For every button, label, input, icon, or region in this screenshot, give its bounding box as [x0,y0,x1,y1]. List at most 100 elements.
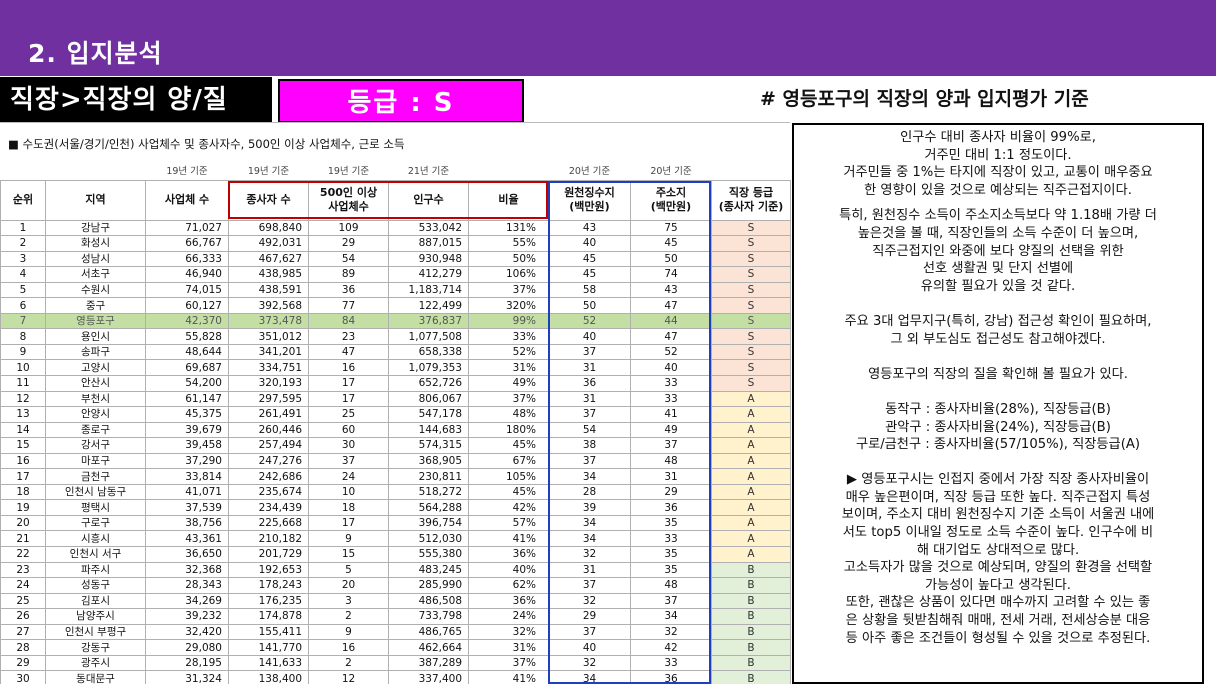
ratio-cell: 37% [468,390,549,408]
region-cell: 용인시 [45,328,146,345]
region-cell: 인천시 서구 [45,545,146,563]
biz-cell: 36,650 [145,545,229,563]
region-cell: 강서구 [45,437,146,454]
grade-cell: S [711,359,791,376]
big-cell: 16 [308,639,389,656]
region-cell: 인천시 남동구 [45,483,146,501]
para-access: 주요 3대 업무지구(특히, 강남) 접근성 확인이 필요하며, 그 외 부도심도… [802,313,1194,348]
rank-cell: 2 [0,235,46,252]
workplace-table: 19년 기준 19년 기준 19년 기준 21년 기준 20년 기준 20년 기… [0,164,791,684]
region-cell: 성동구 [45,577,146,594]
region-cell: 시흥시 [45,530,146,547]
region-cell: 김포시 [45,592,146,610]
region-cell: 파주시 [45,561,146,579]
header-ratio: 비율 [468,179,549,221]
ratio-cell: 67% [468,452,549,470]
grade-cell: B [711,639,791,656]
grade-cell: S [711,312,791,330]
para-ratio: 인구수 대비 종사자 비율이 99%로, 거주민 대비 1:1 정도이다. 거주민들… [802,129,1194,199]
src-cell: 31 [548,359,631,376]
pop-cell: 486,765 [388,623,469,641]
region-cell: 종로구 [45,421,146,439]
biz-cell: 39,232 [145,608,229,625]
note-cell [0,164,46,181]
addr-cell: 48 [630,452,712,470]
text-line: 그 외 부도심도 접근성도 참고해야겠다. [890,331,1106,347]
emp-cell: 141,770 [228,639,309,656]
emp-cell: 467,627 [228,250,309,268]
rank-cell: 15 [0,437,46,454]
ratio-cell: 45% [468,437,549,454]
ratio-cell: 33% [468,328,549,345]
region-cell: 남양주시 [45,608,146,625]
emp-cell: 141,633 [228,654,309,672]
emp-cell: 341,201 [228,343,309,361]
src-cell: 37 [548,343,631,361]
ratio-cell: 99% [468,312,549,330]
rank-cell: 21 [0,530,46,547]
table-row: 27 인천시 부평구 32,420 155,411 9 486,765 32% 37 32 B [0,623,791,641]
pop-cell: 533,042 [388,219,469,237]
pop-cell: 1,077,508 [388,328,469,345]
emp-cell: 492,031 [228,235,309,252]
emp-cell: 225,668 [228,514,309,532]
table-row: 16 마포구 37,290 247,276 37 368,905 67% 37 48 A [0,452,791,470]
text-line: 관악구 : 종사자비율(24%), 직장등급(B) [885,419,1111,435]
big-cell: 54 [308,250,389,268]
biz-cell: 45,375 [145,406,229,423]
header-addr: 주소지 (백만원) [630,179,712,221]
grade-cell: S [711,250,791,268]
grade-cell: B [711,608,791,625]
table-row: 28 강동구 29,080 141,770 16 462,664 31% 40 42 B [0,639,791,656]
table-row: 2 화성시 66,767 492,031 29 887,015 55% 40 45 S [0,235,791,252]
note-cell: 21년 기준 [388,164,469,181]
emp-cell: 242,686 [228,468,309,485]
header-pop: 인구수 [388,179,469,221]
ratio-cell: 41% [468,670,549,684]
table-row: 10 고양시 69,687 334,751 16 1,079,353 31% 31 40 S [0,359,791,376]
pop-cell: 574,315 [388,437,469,454]
src-cell: 36 [548,374,631,392]
src-cell: 31 [548,561,631,579]
table-row: 22 인천시 서구 36,650 201,729 15 555,380 36% 32 35 A [0,545,791,563]
rank-cell: 3 [0,250,46,268]
pop-cell: 486,508 [388,592,469,610]
pop-cell: 144,683 [388,421,469,439]
src-cell: 37 [548,577,631,594]
addr-cell: 43 [630,281,712,299]
grade-cell: A [711,483,791,501]
emp-cell: 392,568 [228,297,309,314]
addr-cell: 52 [630,343,712,361]
table-row: 14 종로구 39,679 260,446 60 144,683 180% 54 49 A [0,421,791,439]
addr-cell: 36 [630,499,712,516]
biz-cell: 61,147 [145,390,229,408]
addr-cell: 45 [630,235,712,252]
para-income: 특히, 원천징수 소득이 주소지소득보다 약 1.18배 가량 더 높은것을 볼 … [802,207,1194,295]
rank-cell: 5 [0,281,46,299]
note-cell [711,164,791,181]
ratio-cell: 37% [468,654,549,672]
text-line: 유의할 필요가 있을 것 같다. [920,278,1076,294]
src-cell: 40 [548,235,631,252]
section-title: 2. 입지분석 [28,39,163,68]
note-cell: 19년 기준 [228,164,309,181]
rank-cell: 25 [0,592,46,610]
pop-cell: 396,754 [388,514,469,532]
pop-cell: 1,183,714 [388,281,469,299]
region-cell: 중구 [45,297,146,314]
biz-cell: 29,080 [145,639,229,656]
big-cell: 16 [308,359,389,376]
big-cell: 89 [308,266,389,283]
pop-cell: 483,245 [388,561,469,579]
rank-cell: 18 [0,483,46,501]
addr-cell: 33 [630,530,712,547]
ratio-cell: 42% [468,499,549,516]
grade-cell: A [711,514,791,532]
emp-cell: 438,591 [228,281,309,299]
grade-cell: B [711,561,791,579]
text-line: 가능성이 높다고 생각된다. [924,577,1072,593]
grade-cell: B [711,670,791,684]
grade-cell: A [711,421,791,439]
region-cell: 서초구 [45,266,146,283]
big-cell: 12 [308,670,389,684]
